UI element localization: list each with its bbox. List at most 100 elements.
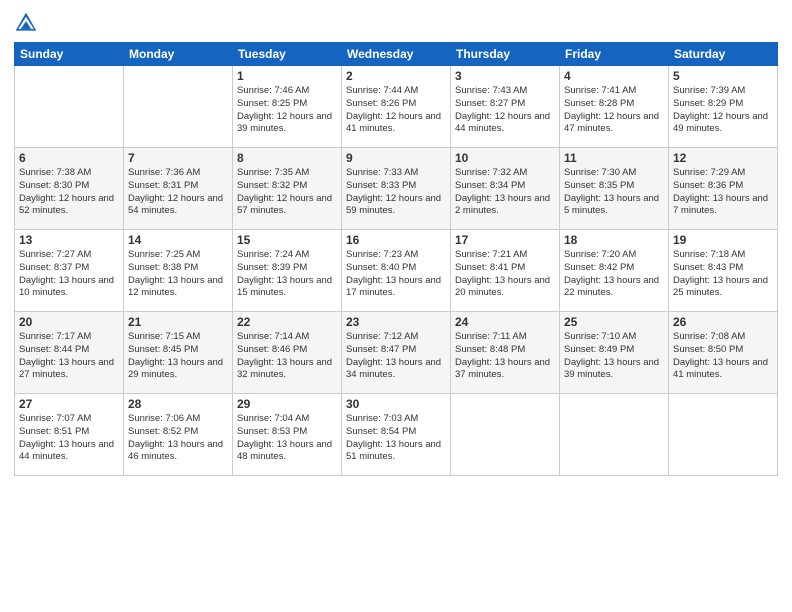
day-number: 17	[455, 233, 555, 247]
day-number: 21	[128, 315, 228, 329]
day-info: Sunrise: 7:33 AMSunset: 8:33 PMDaylight:…	[346, 167, 446, 218]
day-info: Sunrise: 7:32 AMSunset: 8:34 PMDaylight:…	[455, 167, 555, 218]
day-number: 14	[128, 233, 228, 247]
day-info: Sunrise: 7:38 AMSunset: 8:30 PMDaylight:…	[19, 167, 119, 218]
week-row-4: 20 Sunrise: 7:17 AMSunset: 8:44 PMDayligh…	[15, 312, 778, 394]
day-number: 1	[237, 69, 337, 83]
day-number: 26	[673, 315, 773, 329]
day-number: 16	[346, 233, 446, 247]
weekday-sunday: Sunday	[15, 43, 124, 66]
day-cell: 14 Sunrise: 7:25 AMSunset: 8:38 PMDayligh…	[124, 230, 233, 312]
day-cell: 30Sunrise: 7:03 AMSunset: 8:54 PMDayligh…	[342, 394, 451, 476]
day-cell: 16 Sunrise: 7:23 AMSunset: 8:40 PMDayligh…	[342, 230, 451, 312]
weekday-friday: Friday	[560, 43, 669, 66]
day-cell: 7 Sunrise: 7:36 AMSunset: 8:31 PMDaylight…	[124, 148, 233, 230]
day-cell: 10 Sunrise: 7:32 AMSunset: 8:34 PMDayligh…	[451, 148, 560, 230]
day-cell: 6 Sunrise: 7:38 AMSunset: 8:30 PMDaylight…	[15, 148, 124, 230]
day-info: Sunrise: 7:46 AMSunset: 8:25 PMDaylight:…	[237, 85, 337, 136]
day-info: Sunrise: 7:04 AMSunset: 8:53 PMDaylight:…	[237, 413, 337, 464]
day-number: 7	[128, 151, 228, 165]
week-row-2: 6 Sunrise: 7:38 AMSunset: 8:30 PMDaylight…	[15, 148, 778, 230]
day-number: 5	[673, 69, 773, 83]
day-number: 27	[19, 397, 119, 411]
day-number: 6	[19, 151, 119, 165]
day-cell	[560, 394, 669, 476]
day-cell: 29 Sunrise: 7:04 AMSunset: 8:53 PMDayligh…	[233, 394, 342, 476]
day-cell	[669, 394, 778, 476]
day-cell: 2 Sunrise: 7:44 AMSunset: 8:26 PMDaylight…	[342, 66, 451, 148]
day-number: 20	[19, 315, 119, 329]
week-row-1: 1 Sunrise: 7:46 AMSunset: 8:25 PMDaylight…	[15, 66, 778, 148]
day-info: Sunrise: 7:36 AMSunset: 8:31 PMDaylight:…	[128, 167, 228, 218]
day-cell: 20 Sunrise: 7:17 AMSunset: 8:44 PMDayligh…	[15, 312, 124, 394]
day-number: 11	[564, 151, 664, 165]
header	[14, 10, 778, 34]
day-number: 8	[237, 151, 337, 165]
day-info: Sunrise: 7:43 AMSunset: 8:27 PMDaylight:…	[455, 85, 555, 136]
day-number: 29	[237, 397, 337, 411]
day-cell: 5Sunrise: 7:39 AMSunset: 8:29 PMDaylight…	[669, 66, 778, 148]
day-cell: 3Sunrise: 7:43 AMSunset: 8:27 PMDaylight…	[451, 66, 560, 148]
day-number: 22	[237, 315, 337, 329]
day-number: 2	[346, 69, 446, 83]
day-info: Sunrise: 7:12 AMSunset: 8:47 PMDaylight:…	[346, 331, 446, 382]
day-info: Sunrise: 7:11 AMSunset: 8:48 PMDaylight:…	[455, 331, 555, 382]
week-row-5: 27 Sunrise: 7:07 AMSunset: 8:51 PMDayligh…	[15, 394, 778, 476]
day-cell: 12 Sunrise: 7:29 AMSunset: 8:36 PMDayligh…	[669, 148, 778, 230]
day-info: Sunrise: 7:06 AMSunset: 8:52 PMDaylight:…	[128, 413, 228, 464]
day-cell	[124, 66, 233, 148]
day-cell: 11 Sunrise: 7:30 AMSunset: 8:35 PMDayligh…	[560, 148, 669, 230]
week-row-3: 13 Sunrise: 7:27 AMSunset: 8:37 PMDayligh…	[15, 230, 778, 312]
day-cell: 17 Sunrise: 7:21 AMSunset: 8:41 PMDayligh…	[451, 230, 560, 312]
day-info: Sunrise: 7:24 AMSunset: 8:39 PMDaylight:…	[237, 249, 337, 300]
day-number: 30	[346, 397, 446, 411]
weekday-saturday: Saturday	[669, 43, 778, 66]
day-cell: 22Sunrise: 7:14 AMSunset: 8:46 PMDayligh…	[233, 312, 342, 394]
day-number: 24	[455, 315, 555, 329]
day-info: Sunrise: 7:41 AMSunset: 8:28 PMDaylight:…	[564, 85, 664, 136]
day-info: Sunrise: 7:07 AMSunset: 8:51 PMDaylight:…	[19, 413, 119, 464]
day-info: Sunrise: 7:23 AMSunset: 8:40 PMDaylight:…	[346, 249, 446, 300]
logo-icon	[14, 10, 38, 34]
logo	[14, 10, 42, 34]
day-number: 10	[455, 151, 555, 165]
day-cell: 28 Sunrise: 7:06 AMSunset: 8:52 PMDayligh…	[124, 394, 233, 476]
day-number: 9	[346, 151, 446, 165]
day-info: Sunrise: 7:44 AMSunset: 8:26 PMDaylight:…	[346, 85, 446, 136]
day-cell: 15 Sunrise: 7:24 AMSunset: 8:39 PMDayligh…	[233, 230, 342, 312]
weekday-tuesday: Tuesday	[233, 43, 342, 66]
day-cell: 4 Sunrise: 7:41 AMSunset: 8:28 PMDaylight…	[560, 66, 669, 148]
day-info: Sunrise: 7:27 AMSunset: 8:37 PMDaylight:…	[19, 249, 119, 300]
day-info: Sunrise: 7:29 AMSunset: 8:36 PMDaylight:…	[673, 167, 773, 218]
day-cell: 9 Sunrise: 7:33 AMSunset: 8:33 PMDaylight…	[342, 148, 451, 230]
day-cell: 21 Sunrise: 7:15 AMSunset: 8:45 PMDayligh…	[124, 312, 233, 394]
day-info: Sunrise: 7:08 AMSunset: 8:50 PMDaylight:…	[673, 331, 773, 382]
day-number: 28	[128, 397, 228, 411]
day-number: 13	[19, 233, 119, 247]
day-info: Sunrise: 7:20 AMSunset: 8:42 PMDaylight:…	[564, 249, 664, 300]
day-info: Sunrise: 7:15 AMSunset: 8:45 PMDaylight:…	[128, 331, 228, 382]
day-number: 18	[564, 233, 664, 247]
weekday-monday: Monday	[124, 43, 233, 66]
day-cell: 13 Sunrise: 7:27 AMSunset: 8:37 PMDayligh…	[15, 230, 124, 312]
day-info: Sunrise: 7:17 AMSunset: 8:44 PMDaylight:…	[19, 331, 119, 382]
day-info: Sunrise: 7:35 AMSunset: 8:32 PMDaylight:…	[237, 167, 337, 218]
day-info: Sunrise: 7:10 AMSunset: 8:49 PMDaylight:…	[564, 331, 664, 382]
day-info: Sunrise: 7:18 AMSunset: 8:43 PMDaylight:…	[673, 249, 773, 300]
day-info: Sunrise: 7:25 AMSunset: 8:38 PMDaylight:…	[128, 249, 228, 300]
day-number: 19	[673, 233, 773, 247]
day-number: 15	[237, 233, 337, 247]
day-number: 12	[673, 151, 773, 165]
day-cell: 8 Sunrise: 7:35 AMSunset: 8:32 PMDaylight…	[233, 148, 342, 230]
day-number: 4	[564, 69, 664, 83]
day-info: Sunrise: 7:30 AMSunset: 8:35 PMDaylight:…	[564, 167, 664, 218]
day-cell: 1 Sunrise: 7:46 AMSunset: 8:25 PMDaylight…	[233, 66, 342, 148]
day-cell: 18 Sunrise: 7:20 AMSunset: 8:42 PMDayligh…	[560, 230, 669, 312]
calendar-table: SundayMondayTuesdayWednesdayThursdayFrid…	[14, 42, 778, 476]
day-cell	[451, 394, 560, 476]
day-info: Sunrise: 7:21 AMSunset: 8:41 PMDaylight:…	[455, 249, 555, 300]
weekday-thursday: Thursday	[451, 43, 560, 66]
day-cell: 19 Sunrise: 7:18 AMSunset: 8:43 PMDayligh…	[669, 230, 778, 312]
day-cell: 26 Sunrise: 7:08 AMSunset: 8:50 PMDayligh…	[669, 312, 778, 394]
page: SundayMondayTuesdayWednesdayThursdayFrid…	[0, 0, 792, 612]
